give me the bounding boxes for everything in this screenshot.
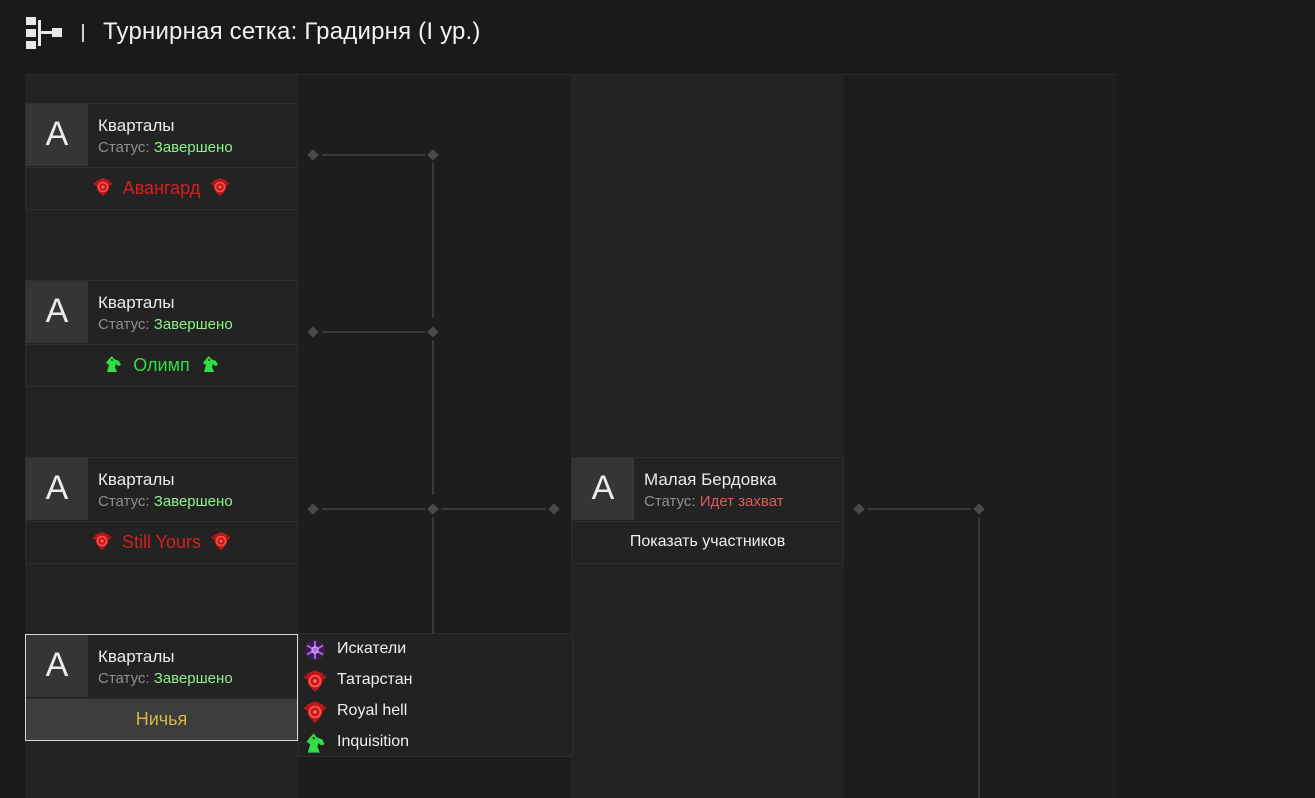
match-status: Статус: Завершено	[98, 493, 233, 510]
match-card[interactable]: А Кварталы Статус: Завершено Авангард	[25, 103, 298, 210]
round-2-column	[571, 74, 844, 798]
page-title: Турнирная сетка: Градирня (I ур.)	[103, 18, 481, 45]
participant-item[interactable]: Inquisition	[299, 727, 572, 758]
match-card-round-2[interactable]: А Малая Бердовка Статус: Идет захват Пок…	[571, 457, 844, 564]
match-card-header: А Кварталы Статус: Завершено	[26, 458, 297, 522]
show-participants-button[interactable]: Показать участников	[572, 522, 843, 563]
red-shield-icon	[210, 177, 230, 197]
red-shield-icon	[303, 700, 327, 724]
avatar: А	[572, 458, 634, 520]
match-status: Статус: Идет захват	[644, 493, 784, 510]
green-horse-icon	[303, 731, 327, 755]
location-name: Кварталы	[98, 470, 175, 489]
participant-item[interactable]: Татарстан	[299, 665, 572, 696]
red-shield-icon	[92, 531, 112, 551]
avatar: А	[26, 458, 88, 520]
purple-snowflake-icon	[303, 638, 327, 662]
match-card-header: А Кварталы Статус: Завершено	[26, 104, 297, 168]
bracket-icon	[26, 17, 62, 49]
participant-item[interactable]: Искатели	[299, 634, 572, 665]
winner-team[interactable]: Still Yours	[26, 522, 297, 563]
status-value: Завершено	[153, 670, 233, 687]
location-name: Кварталы	[98, 116, 175, 135]
participant-name: Татарстан	[337, 671, 413, 688]
match-card-header: А Кварталы Статус: Завершено	[26, 281, 297, 345]
avatar: А	[26, 281, 88, 343]
match-card-header: А Малая Бердовка Статус: Идет захват	[572, 458, 843, 522]
participants-popup: Искатели Татарстан Royal hell Inquisitio…	[298, 633, 573, 757]
participant-name: Royal hell	[337, 702, 408, 719]
avatar: А	[26, 635, 88, 697]
draw-result[interactable]: Ничья	[26, 699, 297, 740]
participant-name: Inquisition	[337, 733, 410, 750]
participant-item[interactable]: Royal hell	[299, 696, 572, 727]
location-name: Кварталы	[98, 293, 175, 312]
winner-team[interactable]: Авангард	[26, 168, 297, 209]
location-name: Кварталы	[98, 647, 175, 666]
red-shield-icon	[303, 669, 327, 693]
header-separator	[82, 24, 84, 42]
status-value: Завершено	[153, 493, 233, 510]
match-card[interactable]: А Кварталы Статус: Завершено Still Yours	[25, 457, 298, 564]
match-status: Статус: Завершено	[98, 670, 233, 687]
location-name: Малая Бердовка	[644, 470, 777, 489]
red-shield-icon	[93, 177, 113, 197]
connector-column-2	[844, 74, 1117, 798]
match-card-header: А Кварталы Статус: Завершено	[26, 635, 297, 699]
match-card[interactable]: А Кварталы Статус: Завершено Олимп	[25, 280, 298, 387]
participant-name: Искатели	[337, 640, 407, 657]
status-value: Завершено	[153, 316, 233, 333]
match-card-selected[interactable]: А Кварталы Статус: Завершено Ничья	[25, 634, 298, 741]
match-status: Статус: Завершено	[98, 316, 233, 333]
match-status: Статус: Завершено	[98, 139, 233, 156]
winner-team[interactable]: Олимп	[26, 345, 297, 386]
green-horse-icon	[200, 354, 220, 374]
avatar: А	[26, 104, 88, 166]
red-shield-icon	[211, 531, 231, 551]
status-value: Идет захват	[699, 493, 784, 510]
status-value: Завершено	[153, 139, 233, 156]
green-horse-icon	[103, 354, 123, 374]
header: Турнирная сетка: Градирня (I ур.)	[0, 0, 1315, 74]
